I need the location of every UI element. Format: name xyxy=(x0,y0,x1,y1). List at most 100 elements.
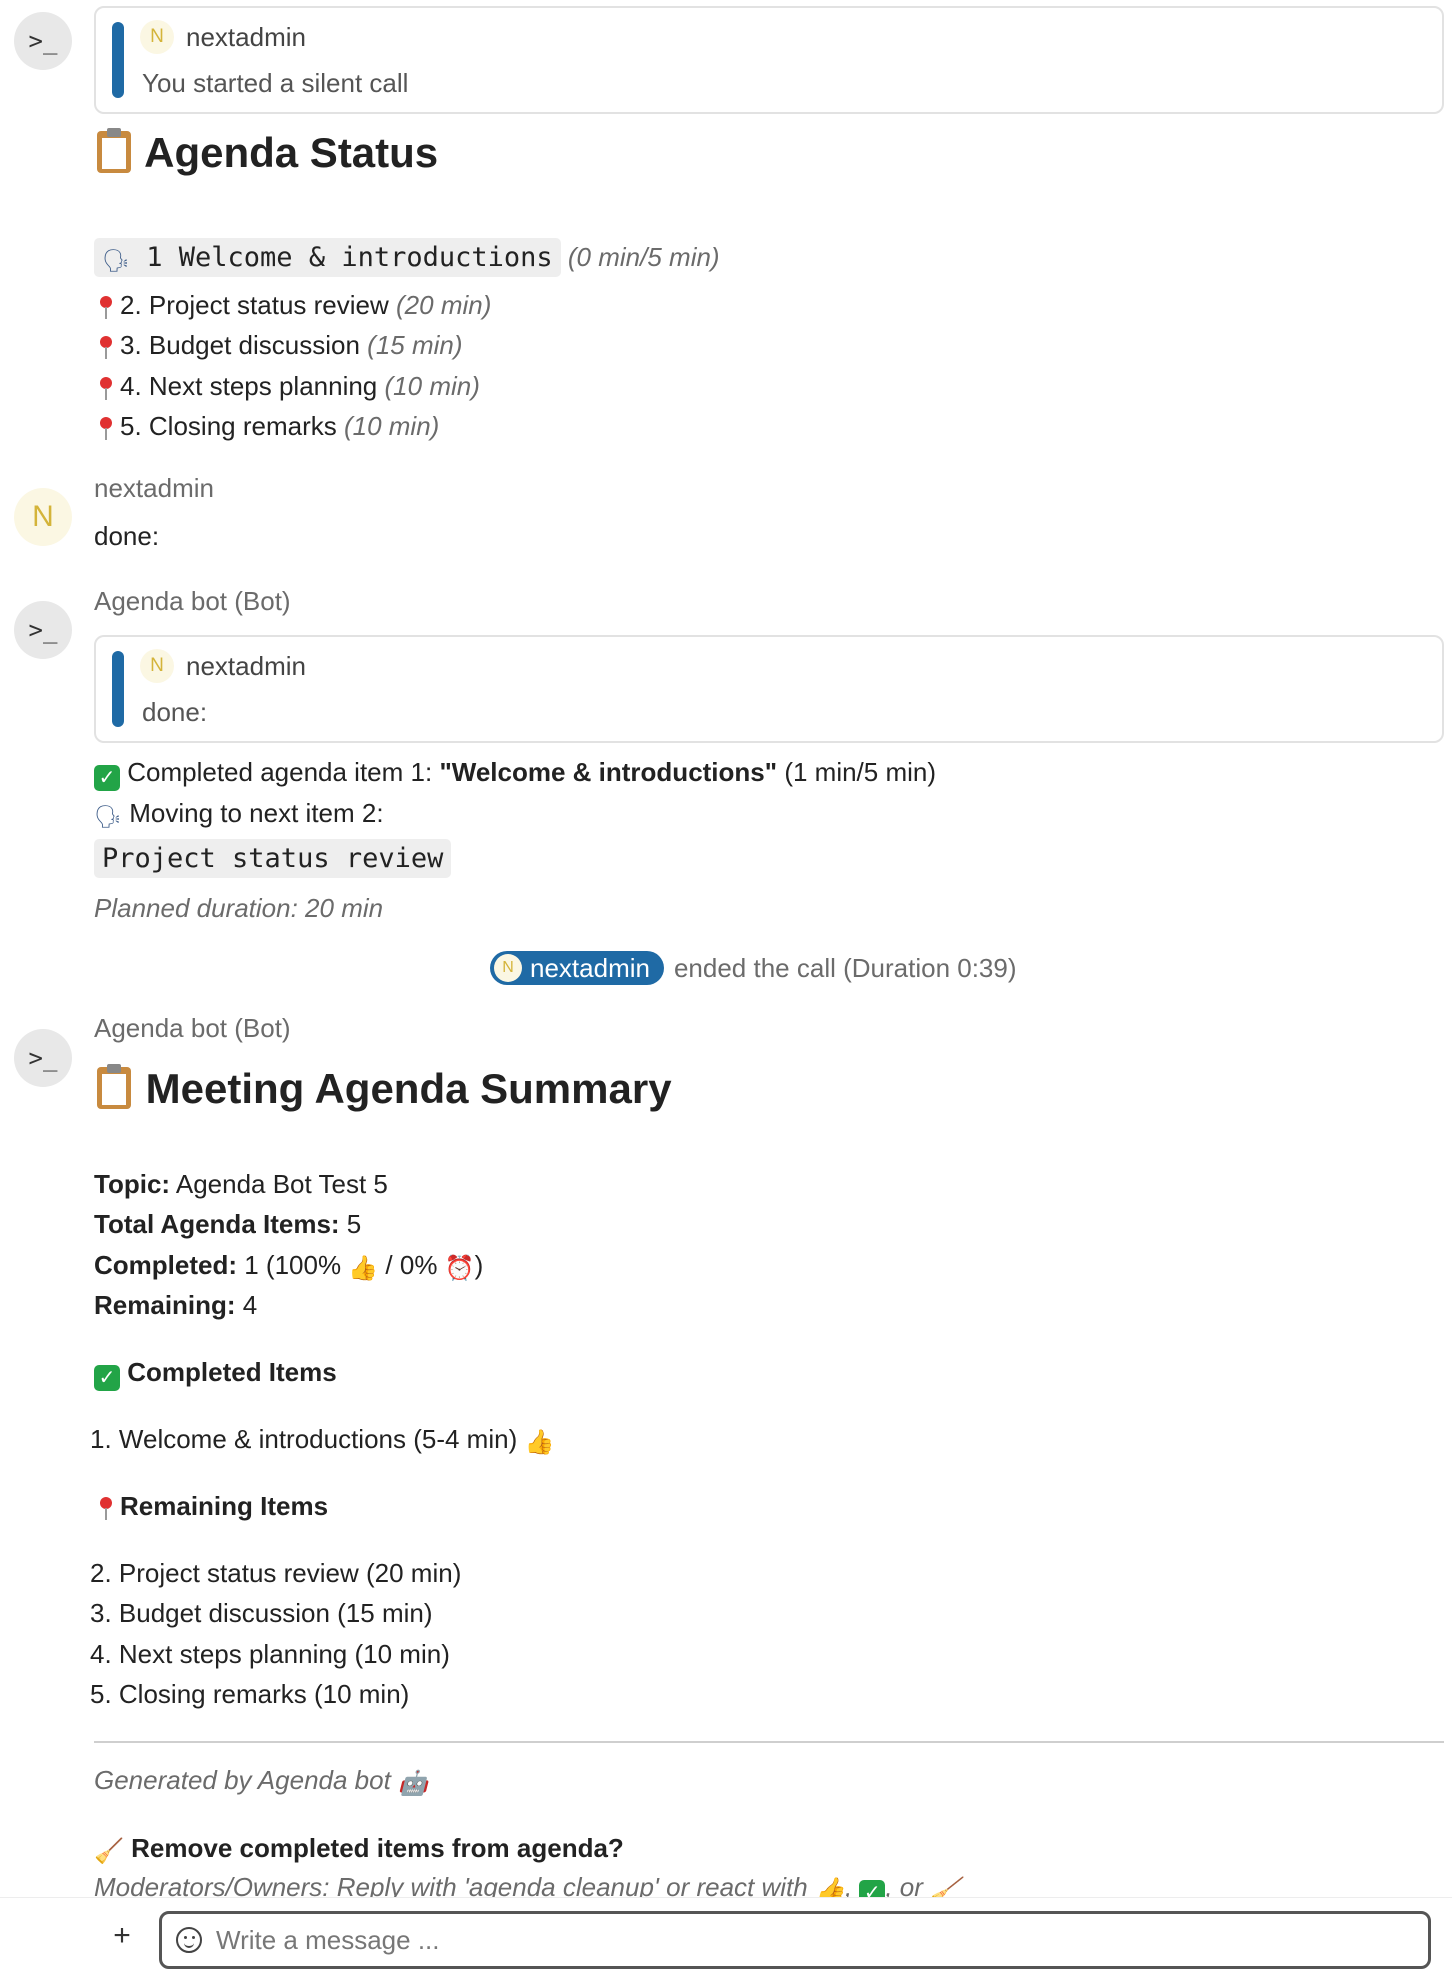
bot-avatar[interactable]: >_ xyxy=(14,12,72,70)
list-item-text: 1. Welcome & introductions (5-4 min) xyxy=(90,1424,518,1454)
robot-icon: 🤖 xyxy=(398,1770,428,1797)
agenda-item-text: 4. Next steps planning xyxy=(120,371,378,401)
thumbs-up-icon: 👍 xyxy=(524,1429,555,1456)
completed-value: 1 (100% xyxy=(237,1250,349,1280)
user-avatar[interactable]: N xyxy=(14,488,72,546)
completed-notice: ✓ Completed agenda item 1: "Welcome & in… xyxy=(94,754,936,791)
quote-bar xyxy=(112,22,124,98)
message-composer[interactable] xyxy=(159,1911,1431,1969)
call-ended-text: ended the call (Duration 0:39) xyxy=(673,952,1017,983)
list-item: 4. Next steps planning (10 min) xyxy=(90,1639,450,1669)
list-item: 1. Welcome & introductions (5-4 min) 👍 xyxy=(90,1421,554,1461)
section-title: Completed Items xyxy=(127,1357,337,1387)
divider xyxy=(94,1741,1444,1743)
message-author[interactable]: Agenda bot (Bot) xyxy=(94,1010,291,1046)
agenda-item: 2. Project status review (20 min) xyxy=(94,287,491,323)
list-item: 2. Project status review (20 min) xyxy=(90,1558,462,1588)
completed-label: Completed: xyxy=(94,1250,237,1280)
agenda-item: 5. Closing remarks (10 min) xyxy=(94,408,439,444)
quoted-message[interactable]: N nextadmin You started a silent call xyxy=(94,6,1444,114)
quote-header: N nextadmin xyxy=(140,649,306,683)
agenda-item-text: 2. Project status review xyxy=(120,290,389,320)
completed-time: (1 min/5 min) xyxy=(777,757,937,787)
completed-prefix: Completed agenda item 1: xyxy=(127,757,440,787)
planned-duration: Planned duration: 20 min xyxy=(94,893,384,923)
agenda-item-text: 3. Budget discussion xyxy=(120,330,360,360)
quote-header: N nextadmin xyxy=(140,20,306,54)
generated-by: Generated by Agenda bot 🤖 xyxy=(94,1762,428,1802)
quote-author: nextadmin xyxy=(186,21,306,52)
quote-text: You started a silent call xyxy=(142,68,409,98)
mention-name: nextadmin xyxy=(530,952,650,983)
clipboard-icon xyxy=(94,1064,134,1110)
summary-total: Total Agenda Items: 5 xyxy=(94,1206,361,1242)
completed-items-heading: ✓ Completed Items xyxy=(94,1354,337,1391)
current-agenda-item: 🗣 1 Welcome & introductions (0 min/5 min… xyxy=(94,234,720,281)
agenda-item-time: (20 min) xyxy=(396,290,492,320)
quote-bar xyxy=(112,651,124,727)
remaining-value: 4 xyxy=(235,1290,258,1320)
alarm-clock-icon: ⏰ xyxy=(444,1255,475,1282)
check-mark-icon: ✓ xyxy=(94,1365,120,1391)
agenda-item-time: (10 min) xyxy=(384,371,480,401)
quoted-message[interactable]: N nextadmin done: xyxy=(94,635,1444,743)
bot-avatar[interactable]: >_ xyxy=(14,1029,72,1087)
total-value: 5 xyxy=(339,1209,362,1239)
current-item-code: 🗣 1 Welcome & introductions xyxy=(94,238,561,277)
user-avatar: N xyxy=(140,20,174,54)
generated-text: Generated by Agenda bot xyxy=(94,1765,391,1795)
list-item: 3. Budget discussion (15 min) xyxy=(90,1598,433,1628)
quote-text: done: xyxy=(142,697,208,727)
summary-heading: Meeting Agenda Summary xyxy=(94,1064,672,1114)
heading-text: Meeting Agenda Summary xyxy=(145,1065,672,1112)
agenda-item-text: 5. Closing remarks xyxy=(120,411,337,441)
list-item: 5. Closing remarks (10 min) xyxy=(90,1679,410,1709)
user-avatar: N xyxy=(494,954,522,982)
topic-value: Agenda Bot Test 5 xyxy=(170,1169,388,1199)
bot-avatar-glyph: >_ xyxy=(28,1044,58,1072)
summary-completed: Completed: 1 (100% 👍 / 0% ⏰) xyxy=(94,1247,483,1287)
speaking-head-icon: 🗣 xyxy=(102,249,130,274)
completed-value: / 0% xyxy=(378,1250,445,1280)
agenda-status-heading: Agenda Status xyxy=(94,128,438,178)
current-item-time: (0 min/5 min) xyxy=(567,242,720,272)
user-mention[interactable]: N nextadmin xyxy=(490,951,664,985)
agenda-item: 3. Budget discussion (15 min) xyxy=(94,327,463,363)
bot-avatar-glyph: >_ xyxy=(28,27,58,55)
speaking-head-icon: 🗣 xyxy=(94,804,122,829)
bot-avatar[interactable]: >_ xyxy=(14,601,72,659)
next-item-code: Project status review xyxy=(94,839,452,878)
message-author[interactable]: Agenda bot (Bot) xyxy=(94,583,291,619)
quote-author: nextadmin xyxy=(186,650,306,681)
moving-text: Moving to next item 2: xyxy=(129,798,384,828)
next-item: Project status review xyxy=(94,835,452,882)
agenda-item: 4. Next steps planning (10 min) xyxy=(94,368,480,404)
section-title: Remaining Items xyxy=(120,1491,329,1521)
topic-label: Topic: xyxy=(94,1169,171,1199)
broom-icon: 🧹 xyxy=(94,1838,124,1865)
total-label: Total Agenda Items: xyxy=(94,1209,340,1239)
bot-avatar-glyph: >_ xyxy=(28,616,58,644)
heading-text: Agenda Status xyxy=(144,129,439,176)
message-text: done: xyxy=(94,521,160,551)
remaining-items-heading: Remaining Items xyxy=(94,1488,328,1524)
add-attachment-button[interactable]: + xyxy=(102,1916,142,1956)
user-avatar: N xyxy=(140,649,174,683)
chat-view: >_ N nextadmin You started a silent call… xyxy=(0,0,1452,1980)
cleanup-question-text: Remove completed items from agenda? xyxy=(131,1833,624,1863)
agenda-item-time: (15 min) xyxy=(367,330,463,360)
call-ended-notice: N nextadmin ended the call (Duration 0:3… xyxy=(490,951,1017,985)
clipboard-icon xyxy=(94,128,134,174)
agenda-item-time: (10 min) xyxy=(343,411,440,441)
current-item-text: 1 Welcome & introductions xyxy=(146,242,553,273)
cleanup-question: 🧹 Remove completed items from agenda? xyxy=(94,1830,624,1870)
summary-topic: Topic: Agenda Bot Test 5 xyxy=(94,1166,388,1202)
message-author[interactable]: nextadmin xyxy=(94,470,214,506)
completed-name: "Welcome & introductions" xyxy=(439,757,778,787)
check-mark-icon: ✓ xyxy=(94,765,120,791)
completed-value: ) xyxy=(474,1250,484,1280)
thumbs-up-icon: 👍 xyxy=(348,1255,379,1282)
message-input[interactable] xyxy=(216,1924,1366,1956)
emoji-picker-icon[interactable] xyxy=(176,1927,202,1953)
summary-remaining: Remaining: 4 xyxy=(94,1287,257,1323)
